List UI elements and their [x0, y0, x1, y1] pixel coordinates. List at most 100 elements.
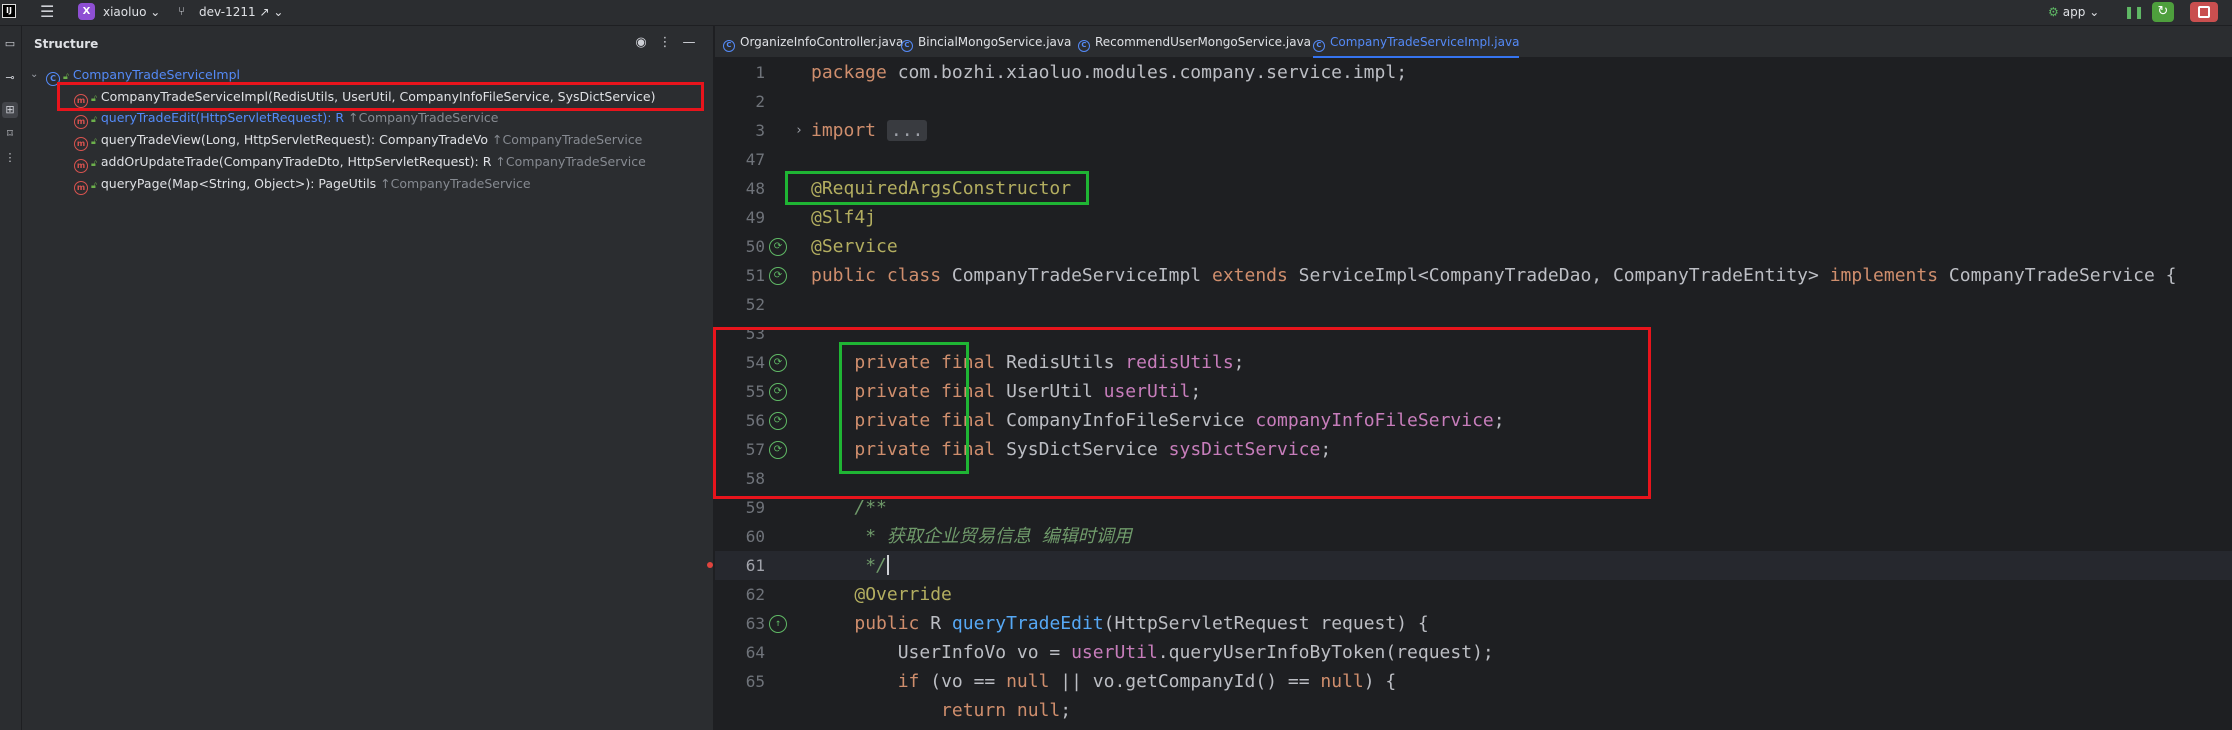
breakpoint-icon[interactable]: [707, 562, 713, 568]
code-line: 64 UserInfoVo vo = userUtil.queryUserInf…: [715, 638, 2232, 667]
commit-icon[interactable]: ⊸: [2, 70, 18, 86]
line-number: 63: [745, 614, 765, 633]
line-number: 50: [745, 237, 765, 256]
class-icon: C: [1313, 40, 1325, 52]
method-icon: m: [74, 115, 88, 129]
method-icon: m: [74, 181, 88, 195]
tree-item-method[interactable]: m 🔓︎ queryTradeView(Long, HttpServletReque…: [74, 130, 643, 151]
line-number: 60: [745, 527, 765, 546]
tab-company-trade-service-impl[interactable]: C CompanyTradeServiceImpl.java: [1313, 26, 1520, 58]
spring-bean-icon[interactable]: ⟳: [769, 238, 787, 256]
code-line: 49 @Slf4j: [715, 203, 2232, 232]
run-config-selector[interactable]: ⚙ app ⌄: [2048, 5, 2099, 19]
line-number: 61: [745, 556, 765, 575]
chevron-right-icon[interactable]: ›: [795, 116, 803, 145]
implements-method-icon[interactable]: ↑: [769, 615, 787, 633]
rerun-button[interactable]: ↻: [2152, 2, 2174, 22]
code-line: 1 package com.bozhi.xiaoluo.modules.comp…: [715, 58, 2232, 87]
inherited-from: ↑CompanyTradeService: [492, 132, 643, 147]
public-access-icon: 🔓︎: [91, 159, 97, 169]
stop-icon: [2198, 6, 2210, 18]
method-icon: m: [74, 159, 88, 173]
structure-panel: Structure ◉ ⋮ — ⌄ C 🔓︎ CompanyTradeService…: [22, 26, 714, 730]
text-caret: [886, 555, 889, 575]
highlight-box-constructor: [57, 82, 704, 111]
class-icon: C: [901, 40, 913, 52]
branch-selector[interactable]: dev-1211 ↗ ⌄: [199, 5, 283, 19]
member-signature: queryPage(Map<String, Object>): PageUtil…: [100, 176, 377, 191]
line-number: 47: [745, 150, 765, 169]
line-number: 52: [745, 295, 765, 314]
stop-button[interactable]: [2190, 2, 2218, 22]
line-number: 48: [745, 179, 765, 198]
chevron-down-icon: ⌄: [2089, 5, 2100, 19]
code-line: 65 if (vo == null || vo.getCompanyId() =…: [715, 667, 2232, 696]
line-number: 2: [755, 92, 765, 111]
code-line: 60 * 获取企业贸易信息 编辑时调用: [715, 522, 2232, 551]
intellij-logo-icon: IJ: [2, 4, 16, 18]
class-icon: C: [1078, 40, 1090, 52]
main-menu-icon[interactable]: ☰: [40, 3, 58, 21]
public-access-icon: 🔓︎: [91, 137, 97, 147]
tab-organize-info-controller[interactable]: C OrganizeInfoController.java: [723, 26, 903, 58]
inherited-from: ↑CompanyTradeService: [380, 176, 531, 191]
line-number: 3: [755, 121, 765, 140]
code-line: 3 › import ...: [715, 116, 2232, 145]
code-line: 62 @Override: [715, 580, 2232, 609]
inherited-from: ↑CompanyTradeService: [495, 154, 646, 169]
member-signature: queryTradeView(Long, HttpServletRequest)…: [100, 132, 489, 147]
code-line: 63 ↑ public R queryTradeEdit(HttpServlet…: [715, 609, 2232, 638]
code-line-current: 61 */: [707, 551, 2232, 580]
line-number: 65: [745, 672, 765, 691]
highlight-box-private-final: [839, 342, 969, 474]
more-tools-icon[interactable]: ⋮: [2, 150, 18, 166]
highlight-box-required-args: [785, 171, 1089, 205]
line-number: 51: [745, 266, 765, 285]
chevron-down-icon: ⌄: [150, 5, 161, 19]
editor-tab-bar: C OrganizeInfoController.java C BincialMon…: [715, 26, 2232, 58]
code-line: 52: [715, 290, 2232, 319]
public-access-icon: 🔓︎: [91, 115, 97, 125]
eye-icon[interactable]: ◉: [633, 35, 649, 51]
title-bar: IJ ☰ X xiaoluo ⌄ ⑂ dev-1211 ↗ ⌄ ⚙ app ⌄ ❚…: [0, 0, 2232, 26]
tree-item-method[interactable]: m 🔓︎ addOrUpdateTrade(CompanyTradeDto, Htt…: [74, 152, 646, 173]
tree-item-method[interactable]: m 🔓︎ queryTradeEdit(HttpServletRequest): R…: [74, 108, 499, 129]
git-branch-icon: ⑂: [178, 4, 186, 18]
project-name[interactable]: xiaoluo ⌄: [103, 5, 160, 19]
line-number: 62: [745, 585, 765, 604]
tab-recommend-user-mongo-service[interactable]: C RecommendUserMongoService.java: [1078, 26, 1311, 58]
tool-window-strip: ▭ ⊸ ⊞ ⌑ ⋮: [0, 26, 22, 730]
structure-header: Structure ◉ ⋮ —: [22, 26, 714, 62]
more-options-icon[interactable]: ⋮: [657, 35, 673, 51]
member-signature: addOrUpdateTrade(CompanyTradeDto, HttpSe…: [100, 154, 492, 169]
method-icon: m: [74, 137, 88, 151]
code-line: 47: [715, 145, 2232, 174]
chevron-down-icon[interactable]: ⌄: [30, 65, 42, 85]
tree-item-method[interactable]: m 🔓︎ queryPage(Map<String, Object>): PageU…: [74, 174, 531, 195]
member-signature: queryTradeEdit(HttpServletRequest): R: [100, 110, 345, 125]
tab-bincial-mongo-service[interactable]: C BincialMongoService.java: [901, 26, 1071, 58]
code-line: 51 ⟳ public class CompanyTradeServiceImp…: [715, 261, 2232, 290]
line-number: 49: [745, 208, 765, 227]
code-line: 50 ⟳ @Service: [715, 232, 2232, 261]
project-badge[interactable]: X: [78, 3, 95, 20]
spring-bean-icon[interactable]: ⟳: [769, 267, 787, 285]
inherited-from: ↑CompanyTradeService: [348, 110, 499, 125]
class-node-label: CompanyTradeServiceImpl: [72, 67, 241, 82]
public-access-icon: 🔓︎: [91, 181, 97, 191]
code-line: return null;: [941, 700, 1072, 721]
code-line: 2: [715, 87, 2232, 116]
class-icon: C: [723, 40, 735, 52]
pause-icon[interactable]: ❚❚: [2124, 4, 2144, 20]
collapsed-imports[interactable]: ...: [886, 120, 928, 141]
structure-icon[interactable]: ⊞: [2, 102, 18, 118]
minimize-icon[interactable]: —: [681, 35, 697, 51]
bookmarks-icon[interactable]: ⌑: [2, 126, 18, 142]
run-config-icon: ⚙: [2048, 5, 2059, 19]
structure-title: Structure: [34, 37, 99, 51]
project-folder-icon[interactable]: ▭: [2, 36, 18, 52]
line-number: 64: [745, 643, 765, 662]
code-editor[interactable]: 1 package com.bozhi.xiaoluo.modules.comp…: [707, 58, 2232, 730]
line-number: 1: [755, 63, 765, 82]
chevron-down-icon: ⌄: [273, 5, 284, 19]
